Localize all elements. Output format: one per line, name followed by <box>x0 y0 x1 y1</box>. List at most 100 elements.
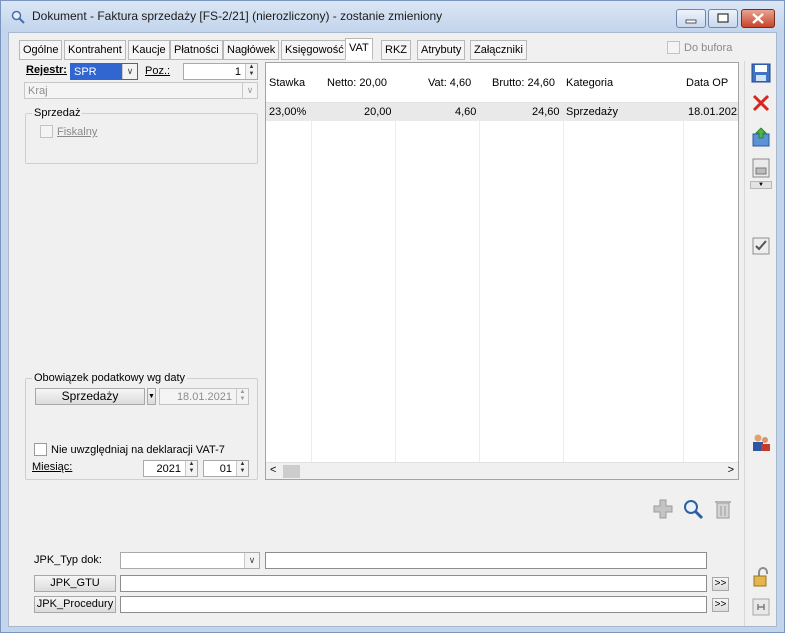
minimize-icon <box>685 19 697 24</box>
toolbar-separator <box>744 61 745 626</box>
poz-spinner[interactable]: 1 ▲ ▼ <box>183 63 258 80</box>
col-brutto[interactable]: Brutto: 24,60 <box>492 77 555 89</box>
sprzedaz-group: Sprzedaż Fiskalny <box>25 107 258 164</box>
chevron-down-icon[interactable]: ∨ <box>122 64 137 79</box>
export-icon[interactable] <box>750 126 772 148</box>
rejestr-select[interactable]: SPR ∨ <box>70 63 138 80</box>
poz-value: 1 <box>234 66 241 78</box>
add-icon[interactable] <box>652 498 674 520</box>
horizontal-scrollbar[interactable]: < > <box>266 462 738 479</box>
left-panel: Rejestr: SPR ∨ Poz.: 1 ▲ ▼ Kraj ∨ Sprzeda… <box>24 62 260 482</box>
obowiazek-dropdown[interactable]: ▼ <box>147 388 156 405</box>
close-icon <box>752 13 764 24</box>
col-stawka[interactable]: Stawka <box>269 77 305 89</box>
rok-spinner[interactable]: 2021 ▲ ▼ <box>143 460 198 477</box>
fiskalny-checkbox[interactable]: Fiskalny <box>40 125 97 138</box>
table-row[interactable]: 23,00% 20,00 4,60 24,60 Sprzedaży 18.01.… <box>266 103 739 121</box>
jpk-gtu-more-button[interactable]: >> <box>712 577 729 591</box>
close-icon[interactable] <box>750 92 772 114</box>
cell-kategoria: Sprzedaży <box>566 106 618 118</box>
chevron-down-icon[interactable]: ∨ <box>244 553 259 568</box>
jpk-gtu-field[interactable] <box>120 575 707 592</box>
jpk-procedury-button[interactable]: JPK_Procedury <box>34 596 116 613</box>
col-kategoria[interactable]: Kategoria <box>566 77 613 89</box>
fiskalny-label: Fiskalny <box>57 126 98 138</box>
scroll-thumb[interactable] <box>283 465 300 478</box>
miesiac-spinner[interactable]: 01 ▲ ▼ <box>203 460 249 477</box>
tab-ogolne[interactable]: Ogólne <box>19 40 63 60</box>
grid-divider <box>683 103 684 471</box>
kraj-placeholder: Kraj <box>28 85 48 97</box>
sprzedaz-group-title: Sprzedaż <box>32 107 83 119</box>
do-bufora-checkbox[interactable]: Do bufora <box>667 41 732 54</box>
minimize-button[interactable] <box>676 9 706 28</box>
miesiac-label: Miesiąc: <box>32 461 73 473</box>
tab-vat[interactable]: VAT <box>345 38 373 60</box>
tab-ksiegowosc[interactable]: Księgowość <box>281 40 348 60</box>
client-area: Ogólne Kontrahent Kaucje Płatności Nagłó… <box>8 32 777 627</box>
print-icon[interactable] <box>750 157 772 179</box>
kraj-select[interactable]: Kraj ∨ <box>24 82 258 99</box>
spinner-arrows-icon[interactable]: ▲ ▼ <box>236 389 248 404</box>
jpk-gtu-button[interactable]: JPK_GTU <box>34 575 116 592</box>
cell-vat: 4,60 <box>455 106 477 118</box>
people-icon[interactable] <box>750 431 772 453</box>
chevron-down-icon[interactable]: ∨ <box>242 83 257 98</box>
tab-naglowek[interactable]: Nagłówek <box>223 40 280 60</box>
cell-netto: 20,00 <box>364 106 392 118</box>
jpk-procedury-field[interactable] <box>120 596 707 613</box>
search-document-icon <box>11 10 25 24</box>
obowiazek-date: 18.01.2021 <box>176 391 232 403</box>
do-bufora-label: Do bufora <box>684 42 733 54</box>
cell-stawka: 23,00% <box>269 106 307 118</box>
obowiazek-date-field[interactable]: 18.01.2021 ▲ ▼ <box>159 388 249 405</box>
window-title: Dokument - Faktura sprzedaży [FS-2/21] (… <box>32 9 443 23</box>
checklist-icon[interactable] <box>750 235 772 257</box>
obowiazek-group-title: Obowiązek podatkowy wg daty <box>32 372 188 384</box>
col-netto[interactable]: Netto: 20,00 <box>327 77 387 89</box>
tab-atrybuty[interactable]: Atrybuty <box>417 40 466 60</box>
tab-platnosci[interactable]: Płatności <box>170 40 223 60</box>
rok-value: 2021 <box>156 463 181 475</box>
obowiazek-group: Obowiązek podatkowy wg daty Sprzedaży ▼ … <box>25 372 258 480</box>
grid-header: Stawka Netto: 20,00 Vat: 4,60 Brutto: 24… <box>266 63 738 103</box>
search-icon[interactable] <box>682 498 704 520</box>
spinner-arrows-icon[interactable]: ▲ ▼ <box>236 461 248 476</box>
tab-kaucje[interactable]: Kaucje <box>128 40 170 60</box>
window: Dokument - Faktura sprzedaży [FS-2/21] (… <box>0 0 785 633</box>
scroll-right-icon[interactable]: > <box>728 464 734 476</box>
trash-icon[interactable] <box>712 498 734 520</box>
checkbox-box <box>40 125 53 138</box>
col-vat[interactable]: Vat: 4,60 <box>428 77 471 89</box>
miesiac-value: 01 <box>219 463 232 475</box>
jpk-typ-select[interactable]: ∨ <box>120 552 260 569</box>
pin-icon[interactable] <box>750 596 772 618</box>
maximize-button[interactable] <box>708 9 738 28</box>
cell-data-op: 18.01.2021 <box>688 106 739 118</box>
checkbox-box <box>34 443 47 456</box>
spinner-arrows-icon[interactable]: ▲ ▼ <box>245 64 257 79</box>
obowiazek-type-button[interactable]: Sprzedaży <box>35 388 145 405</box>
grid-divider <box>395 103 396 471</box>
checkbox-box <box>667 41 680 54</box>
tab-rkz[interactable]: RKZ <box>381 40 411 60</box>
col-data-op[interactable]: Data OP <box>686 77 728 89</box>
vat-grid[interactable]: Stawka Netto: 20,00 Vat: 4,60 Brutto: 24… <box>265 62 739 480</box>
close-button[interactable] <box>741 9 775 28</box>
spinner-arrows-icon[interactable]: ▲ ▼ <box>185 461 197 476</box>
save-icon[interactable] <box>750 62 772 84</box>
title-bar: Dokument - Faktura sprzedaży [FS-2/21] (… <box>1 1 784 31</box>
rejestr-value: SPR <box>74 66 97 78</box>
scroll-left-icon[interactable]: < <box>270 464 276 476</box>
rejestr-label: Rejestr: <box>26 64 67 76</box>
poz-label: Poz.: <box>145 65 171 77</box>
jpk-typ-description[interactable] <box>265 552 707 569</box>
print-dropdown[interactable]: ▼ <box>750 181 772 189</box>
jpk-procedury-more-button[interactable]: >> <box>712 598 729 612</box>
maximize-icon <box>717 13 729 23</box>
nie-uwzgledniaj-checkbox[interactable]: Nie uwzględniaj na deklaracji VAT-7 <box>34 443 225 456</box>
lock-icon[interactable] <box>750 566 772 588</box>
cell-brutto: 24,60 <box>532 106 560 118</box>
tab-zalaczniki[interactable]: Załączniki <box>470 40 527 60</box>
tab-kontrahent[interactable]: Kontrahent <box>64 40 126 60</box>
